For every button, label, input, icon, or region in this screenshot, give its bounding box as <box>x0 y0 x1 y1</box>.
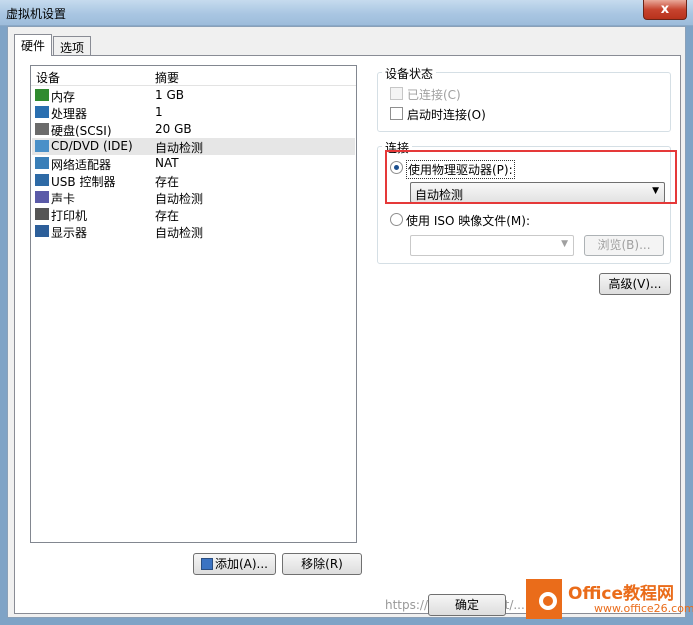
device-name: USB 控制器 <box>51 175 116 189</box>
logo-text-main: Office教程网 <box>568 584 675 604</box>
iso-file-select[interactable]: ▼ <box>410 235 574 256</box>
window-title: 虚拟机设置 <box>6 7 67 21</box>
cd-dvd-icon <box>35 140 49 152</box>
processor-icon <box>35 106 49 118</box>
device-row[interactable]: 内存 1 GB <box>32 87 355 104</box>
device-summary: 存在 <box>155 175 180 189</box>
device-name: 声卡 <box>51 192 76 206</box>
device-summary: 自动检测 <box>155 192 204 206</box>
device-name: 处理器 <box>51 107 88 121</box>
annotation-highlight-box <box>385 150 677 204</box>
printer-icon <box>35 208 49 220</box>
device-summary: 自动检测 <box>155 141 204 155</box>
device-summary: 1 <box>155 105 163 119</box>
use-iso-radio[interactable] <box>390 213 403 226</box>
device-summary: NAT <box>155 156 179 170</box>
advanced-button[interactable]: 高级(V)... <box>599 273 671 295</box>
device-summary: 20 GB <box>155 122 192 136</box>
logo-mark-icon <box>526 579 562 619</box>
add-button[interactable]: 添加(A)... <box>193 553 276 575</box>
office-logo: Office教程网 www.office26.com <box>522 575 693 621</box>
shield-icon <box>200 558 213 570</box>
browse-button[interactable]: 浏览(B)... <box>584 235 664 256</box>
memory-icon <box>35 89 49 101</box>
device-status-group: 设备状态 已连接(C) 启动时连接(O) <box>377 65 671 132</box>
add-button-label: 添加(A)... <box>214 557 269 571</box>
device-row[interactable]: 打印机 存在 <box>32 206 355 223</box>
column-header-device[interactable]: 设备 <box>36 69 60 86</box>
tab-hardware[interactable]: 硬件 <box>14 34 53 56</box>
device-row[interactable]: 处理器 1 <box>32 104 355 121</box>
remove-button[interactable]: 移除(R) <box>282 553 362 575</box>
device-row[interactable]: CD/DVD (IDE) 自动检测 <box>32 138 355 155</box>
device-summary: 1 GB <box>155 88 184 102</box>
title-bar: 虚拟机设置 x <box>0 0 693 26</box>
device-name: 打印机 <box>51 209 88 223</box>
logo-text-url: www.office26.com <box>594 602 693 615</box>
device-status-title: 设备状态 <box>382 65 437 82</box>
connected-label: 已连接(C) <box>407 88 461 102</box>
usb-icon <box>35 174 49 186</box>
device-row[interactable]: 显示器 自动检测 <box>32 223 355 240</box>
device-summary: 自动检测 <box>155 226 204 240</box>
device-name: 内存 <box>51 90 76 104</box>
device-summary: 存在 <box>155 209 180 223</box>
device-row[interactable]: 网络适配器 NAT <box>32 155 355 172</box>
ok-button[interactable]: 确定 <box>428 594 506 616</box>
device-list: 设备 摘要 内存 1 GB 处理器 1 硬盘(SCSI) 20 GB CD/DVD (IDE… <box>30 65 357 543</box>
device-name: 硬盘(SCSI) <box>51 124 112 138</box>
monitor-icon <box>35 225 49 237</box>
column-header-summary[interactable]: 摘要 <box>155 69 179 86</box>
device-row[interactable]: 硬盘(SCSI) 20 GB <box>32 121 355 138</box>
close-button[interactable]: x <box>643 0 687 20</box>
network-adapter-icon <box>35 157 49 169</box>
harddisk-icon <box>35 123 49 135</box>
device-name: 显示器 <box>51 226 88 240</box>
connect-at-power-on-checkbox[interactable] <box>390 107 403 120</box>
connected-checkbox[interactable] <box>390 87 403 100</box>
use-iso-label: 使用 ISO 映像文件(M): <box>406 214 530 228</box>
device-list-header: 设备 摘要 <box>31 66 356 86</box>
dropdown-arrow-icon: ▼ <box>561 239 568 249</box>
sound-card-icon <box>35 191 49 203</box>
device-row[interactable]: 声卡 自动检测 <box>32 189 355 206</box>
connect-at-power-on-label: 启动时连接(O) <box>407 108 486 122</box>
tab-panel: 设备 摘要 内存 1 GB 处理器 1 硬盘(SCSI) 20 GB CD/DVD (IDE… <box>14 55 681 614</box>
device-name: 网络适配器 <box>51 158 112 172</box>
device-name: CD/DVD (IDE) <box>51 139 133 153</box>
dialog-client: 硬件 选项 设备 摘要 内存 1 GB 处理器 1 硬盘(SCSI) 20 GB CD/DV… <box>7 26 686 618</box>
device-row[interactable]: USB 控制器 存在 <box>32 172 355 189</box>
tab-options[interactable]: 选项 <box>53 36 92 56</box>
